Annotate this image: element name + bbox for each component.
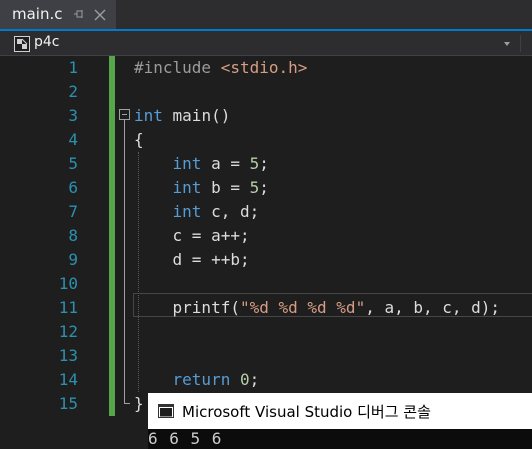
navigation-bar: p4c bbox=[0, 31, 532, 56]
line-number: 6 bbox=[68, 178, 78, 197]
line-number: 14 bbox=[58, 370, 78, 389]
pin-icon[interactable] bbox=[72, 6, 86, 22]
debug-console-window[interactable]: Microsoft Visual Studio 디버그 콘솔 6 6 5 6 bbox=[148, 393, 532, 449]
code-line-6[interactable]: int b = 5; bbox=[134, 176, 269, 200]
close-icon[interactable] bbox=[93, 7, 107, 21]
number-literal: 5 bbox=[249, 154, 260, 173]
code-line-15[interactable]: } bbox=[134, 392, 144, 416]
keyword-int: int bbox=[172, 178, 202, 197]
collapse-toggle-icon[interactable] bbox=[119, 109, 130, 120]
tab-main-c[interactable]: main.c bbox=[0, 0, 116, 29]
line-number: 1 bbox=[68, 58, 78, 77]
code-line-3[interactable]: int main() bbox=[134, 104, 230, 128]
code-editor[interactable]: 1 2 3 4 5 6 7 8 9 10 11 12 13 14 15 #inc… bbox=[0, 56, 532, 449]
navbar-separator bbox=[520, 35, 521, 52]
printf-call: printf( bbox=[172, 298, 240, 317]
line-number: 10 bbox=[58, 274, 78, 293]
console-body[interactable]: 6 6 5 6 bbox=[148, 429, 532, 449]
console-window-icon bbox=[158, 403, 174, 419]
include-file: <stdio.h> bbox=[220, 58, 308, 77]
semicolon: ; bbox=[259, 154, 269, 173]
project-icon bbox=[14, 36, 30, 52]
console-title: Microsoft Visual Studio 디버그 콘솔 bbox=[182, 403, 431, 421]
decl-a: a = bbox=[201, 154, 250, 173]
format-string: "%d %d %d %d" bbox=[239, 298, 366, 317]
code-line-5[interactable]: int a = 5; bbox=[134, 152, 269, 176]
close-brace: } bbox=[134, 394, 144, 413]
editor-margin bbox=[0, 56, 34, 449]
code-line-9[interactable]: d = ++b; bbox=[134, 248, 250, 272]
project-dropdown[interactable]: p4c bbox=[34, 34, 60, 50]
change-tracking-bar bbox=[109, 56, 115, 416]
open-brace: { bbox=[134, 130, 144, 149]
tab-title: main.c bbox=[12, 5, 63, 23]
code-line-11[interactable]: printf("%d %d %d %d", a, b, c, d); bbox=[134, 296, 501, 320]
chevron-down-icon[interactable] bbox=[500, 36, 514, 50]
line-number: 8 bbox=[68, 226, 78, 245]
line-number: 9 bbox=[68, 250, 78, 269]
line-number: 11 bbox=[58, 298, 78, 317]
decl-b: b = bbox=[201, 178, 250, 197]
code-line-7[interactable]: int c, d; bbox=[134, 200, 260, 224]
console-title-bar[interactable]: Microsoft Visual Studio 디버그 콘솔 bbox=[148, 393, 532, 429]
keyword-int: int bbox=[172, 202, 202, 221]
number-literal: 5 bbox=[249, 178, 260, 197]
line-number: 4 bbox=[68, 130, 78, 149]
keyword-int: int bbox=[134, 106, 163, 125]
line-number: 5 bbox=[68, 154, 78, 173]
document-tab-strip: main.c bbox=[0, 0, 532, 31]
code-line-4[interactable]: { bbox=[134, 128, 144, 152]
code-line-8[interactable]: c = a++; bbox=[134, 224, 250, 248]
line-number: 3 bbox=[68, 106, 78, 125]
line-number: 13 bbox=[58, 346, 78, 365]
decl-cd: c, d; bbox=[201, 202, 260, 221]
main-signature: main() bbox=[162, 106, 231, 125]
printf-args: , a, b, c, d); bbox=[365, 298, 501, 317]
line-number: 7 bbox=[68, 202, 78, 221]
code-line-14[interactable]: return 0; bbox=[134, 368, 260, 392]
console-output: 6 6 5 6 bbox=[148, 429, 223, 448]
outline-guide bbox=[124, 120, 125, 404]
preprocessor-directive: #include bbox=[134, 58, 212, 77]
outline-guide-end bbox=[124, 403, 130, 404]
assign-c: c = a++; bbox=[172, 226, 250, 245]
code-line-1[interactable]: #include <stdio.h> bbox=[134, 56, 307, 80]
line-number: 2 bbox=[68, 82, 78, 101]
keyword-return: return bbox=[172, 370, 231, 389]
line-number: 15 bbox=[58, 394, 78, 413]
assign-d: d = ++b; bbox=[172, 250, 250, 269]
keyword-int: int bbox=[172, 154, 202, 173]
line-number: 12 bbox=[58, 322, 78, 341]
semicolon: ; bbox=[249, 370, 260, 389]
semicolon: ; bbox=[259, 178, 269, 197]
number-literal: 0 bbox=[239, 370, 250, 389]
